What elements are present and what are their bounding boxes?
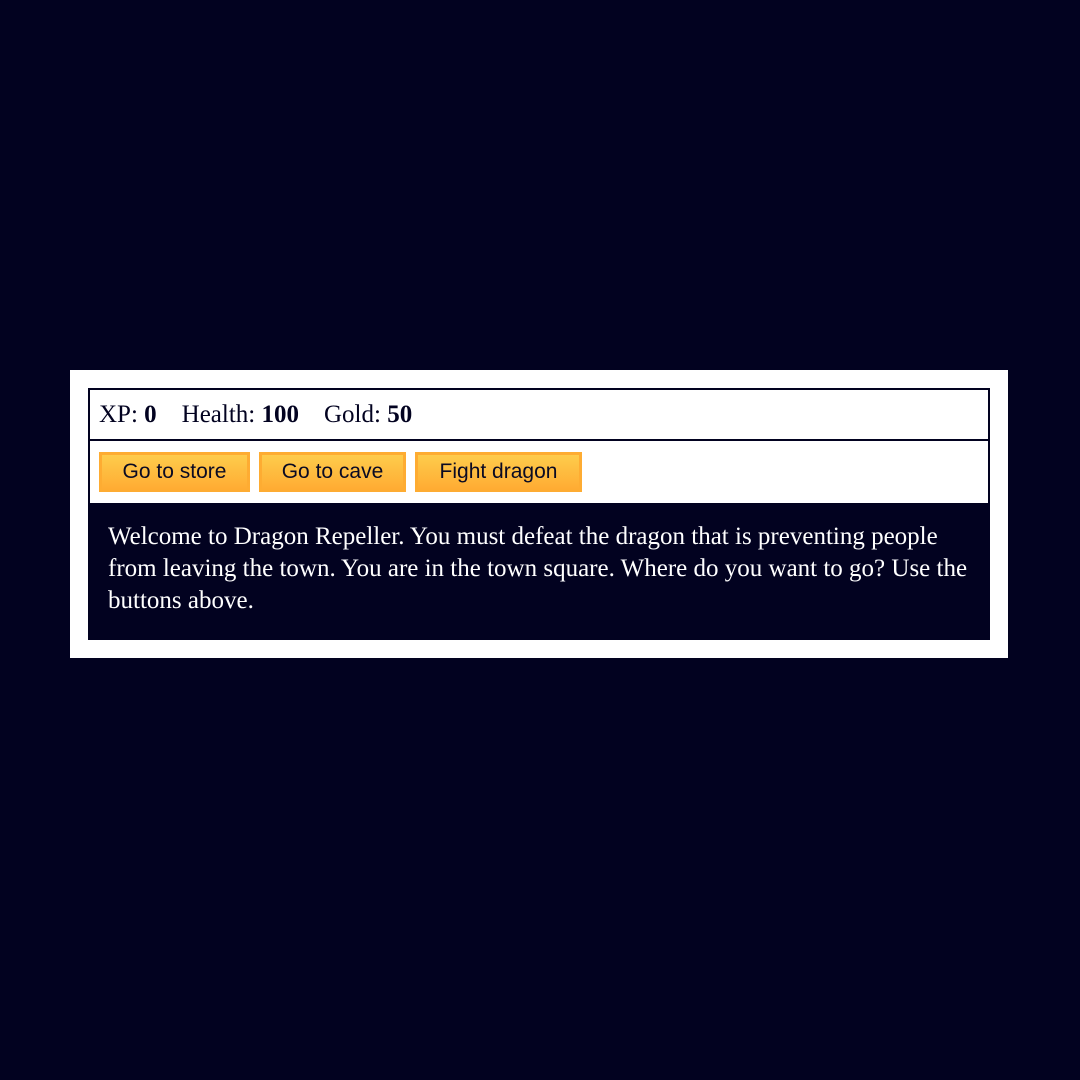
message-text: Welcome to Dragon Repeller. You must def… [90,503,988,638]
go-to-cave-button[interactable]: Go to cave [259,452,406,492]
fight-dragon-button[interactable]: Fight dragon [415,452,582,492]
health-stat: Health: 100 [182,401,299,429]
xp-stat: XP: 0 [99,401,157,429]
health-label: Health: [181,400,256,428]
gold-stat: Gold: 50 [324,401,412,429]
health-value: 100 [261,400,300,428]
gold-label: Gold: [324,400,381,428]
game-container: XP: 0 Health: 100 Gold: 50 Go to store G… [88,388,990,640]
game-card: XP: 0 Health: 100 Gold: 50 Go to store G… [70,370,1008,658]
xp-value: 0 [144,400,157,428]
stats-bar: XP: 0 Health: 100 Gold: 50 [90,390,988,441]
xp-label: XP: [99,400,138,428]
controls-bar: Go to store Go to cave Fight dragon [90,441,988,503]
gold-value: 50 [387,400,413,428]
go-to-store-button[interactable]: Go to store [99,452,250,492]
